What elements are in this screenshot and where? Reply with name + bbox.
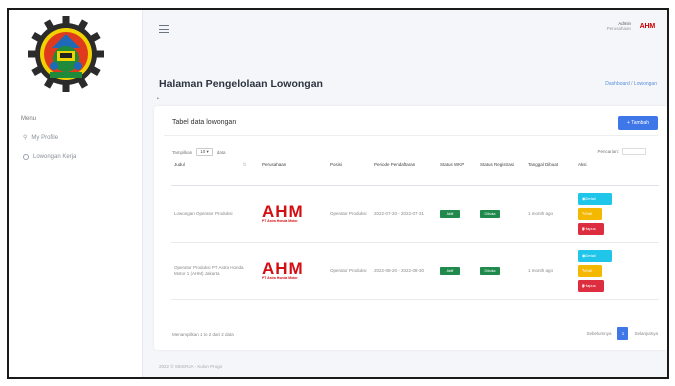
card-title: Tabel data lowongan xyxy=(172,119,237,126)
cell-perusahaan: AHM PT Astra Honda Motor xyxy=(259,242,327,300)
col-tanggal[interactable]: Tanggal Dibuat xyxy=(525,158,575,186)
subtitle-dot: • xyxy=(157,96,159,102)
entries-select[interactable]: 10 ▾ xyxy=(196,148,213,156)
circle-icon xyxy=(23,154,29,160)
cell-periode: 2022-07-20 - 2022-07-31 xyxy=(371,185,437,243)
breadcrumb: Dashboard / Lowongan xyxy=(605,81,657,87)
cell-judul: Lowongan Operator Produksi xyxy=(171,185,259,243)
table-row: Lowongan Operator Produksi AHM PT Astra … xyxy=(171,185,659,243)
table-header-row: Judul ⇅ Perusahaan Posisi Periode Pendaft… xyxy=(171,158,659,186)
cell-status-registrasi: Dibuka xyxy=(477,242,525,300)
main-content: Admin Perusahaan AHM Halaman Pengelolaan… xyxy=(143,10,667,377)
status-badge: Aktif xyxy=(440,209,460,218)
table-search: Pencarian: xyxy=(597,148,646,155)
sidebar: Menu ⚲ My Profile Lowongan Kerja xyxy=(9,10,143,377)
sidebar-item-label: My Profile xyxy=(31,134,59,141)
user-menu[interactable]: Admin Perusahaan AHM xyxy=(606,21,656,31)
pagination: Sebelumnya 1 Selanjutnya xyxy=(586,327,658,340)
cell-tanggal: 1 month ago xyxy=(525,242,575,300)
lowongan-table: Judul ⇅ Perusahaan Posisi Periode Pendaft… xyxy=(171,158,659,300)
entries-label: data xyxy=(216,149,226,155)
status-badge: Aktif xyxy=(440,266,460,275)
sidebar-item-label: Lowongan Kerja xyxy=(33,154,77,160)
col-status-wkp[interactable]: Status WKP xyxy=(437,158,477,186)
lowongan-card: Tabel data lowongan + Tambah Tampilkan 1… xyxy=(154,106,667,350)
breadcrumb-dashboard-link[interactable]: Dashboard xyxy=(605,81,629,87)
avatar: AHM xyxy=(639,23,656,30)
search-label: Pencarian: xyxy=(597,149,619,154)
user-role: Perusahaan xyxy=(606,26,631,31)
col-status-registrasi[interactable]: Status Registrasi xyxy=(477,158,525,186)
col-periode[interactable]: Periode Pendaftaran xyxy=(371,158,437,186)
hamburger-menu-icon[interactable] xyxy=(159,25,169,33)
search-input[interactable] xyxy=(622,148,646,155)
pagination-next[interactable]: Selanjutnya xyxy=(634,331,658,336)
pagination-page-1[interactable]: 1 xyxy=(617,327,629,340)
page-title: Halaman Pengelolaan Lowongan xyxy=(159,78,323,90)
col-posisi[interactable]: Posisi xyxy=(327,158,371,186)
card-divider xyxy=(164,135,658,136)
status-badge: Dibuka xyxy=(480,266,500,275)
cell-periode: 2022-08-20 - 2022-08-30 xyxy=(371,242,437,300)
cell-judul: Operator Produksi PT Astra Honda Motor 1… xyxy=(171,242,259,300)
cell-status-registrasi: Dibuka xyxy=(477,185,525,243)
pagination-previous[interactable]: Sebelumnya xyxy=(586,331,611,336)
cell-status-wkp: Aktif xyxy=(437,185,477,243)
cell-status-wkp: Aktif xyxy=(437,242,477,300)
show-label: Tampilkan xyxy=(172,149,193,155)
detail-button[interactable]: ◉ Detail xyxy=(578,192,612,205)
cell-perusahaan: AHM PT Astra Honda Motor xyxy=(259,185,327,243)
sidebar-item-lowongan-kerja[interactable]: Lowongan Kerja xyxy=(23,154,76,160)
table-row: Operator Produksi PT Astra Honda Motor 1… xyxy=(171,242,659,300)
status-badge: Dibuka xyxy=(480,209,500,218)
regency-emblem-logo xyxy=(28,16,104,92)
edit-button[interactable]: ✎ Edit xyxy=(578,264,602,277)
cell-posisi: Operator Produksi xyxy=(327,185,371,243)
col-aksi: Aksi xyxy=(575,158,659,186)
cell-tanggal: 1 month ago xyxy=(525,185,575,243)
add-lowongan-button[interactable]: + Tambah xyxy=(618,116,658,130)
breadcrumb-current: Lowongan xyxy=(633,81,657,87)
cell-posisi: Operator Produksi xyxy=(327,242,371,300)
edit-button[interactable]: ✎ Edit xyxy=(578,207,602,220)
company-logo: AHM PT Astra Honda Motor xyxy=(262,258,304,280)
footer: 2022 © SIKERJA - Kulon Progo xyxy=(159,364,223,369)
app-window: Menu ⚲ My Profile Lowongan Kerja Admin P… xyxy=(7,8,669,379)
delete-button[interactable]: ▮ Hapus xyxy=(578,222,604,235)
cell-aksi: ◉ Detail ✎ Edit ▮ Hapus xyxy=(575,242,659,300)
col-judul[interactable]: Judul ⇅ xyxy=(171,158,259,186)
table-info: Menampilkan 1 to 2 dari 2 data xyxy=(172,332,234,337)
delete-button[interactable]: ▮ Hapus xyxy=(578,279,604,292)
col-perusahaan[interactable]: Perusahaan xyxy=(259,158,327,186)
detail-button[interactable]: ◉ Detail xyxy=(578,249,612,262)
sidebar-section-title: Menu xyxy=(21,116,37,122)
user-icon: ⚲ xyxy=(23,135,28,141)
entries-length-control: Tampilkan 10 ▾ data xyxy=(172,148,226,156)
company-logo: AHM PT Astra Honda Motor xyxy=(262,201,304,223)
cell-aksi: ◉ Detail ✎ Edit ▮ Hapus xyxy=(575,185,659,243)
sidebar-item-my-profile[interactable]: ⚲ My Profile xyxy=(23,134,59,142)
